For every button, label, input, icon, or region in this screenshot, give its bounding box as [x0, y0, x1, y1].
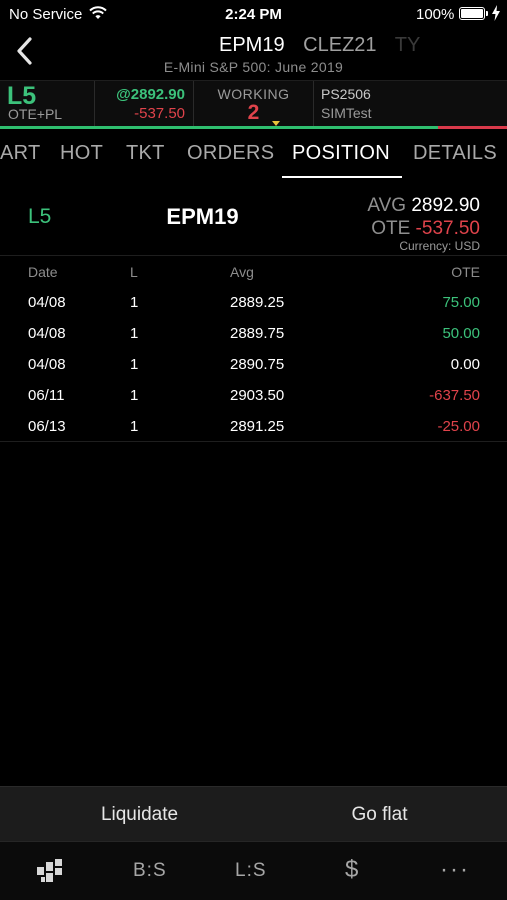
avg-price: @2892.90 [116, 86, 185, 103]
battery-percent: 100% [416, 6, 455, 23]
column-ote: OTE [451, 264, 480, 280]
section-tabs: ART HOT TKT ORDERS POSITION DETAILS [0, 129, 507, 181]
tab-orders[interactable]: ORDERS [187, 142, 274, 165]
tab-hot[interactable]: HOT [60, 142, 103, 165]
cell-avg: 2889.75 [230, 325, 285, 342]
currency-label: Currency: USD [399, 239, 480, 253]
tab-chart[interactable]: ART [0, 142, 41, 165]
cell-ote: -25.00 [437, 418, 480, 435]
avg-label: AVG [367, 195, 407, 216]
account-info-strip: L5 OTE+PL @2892.90 -537.50 WORKING 2 PS2… [0, 80, 507, 127]
working-label: WORKING [217, 86, 290, 102]
cell-l: 1 [130, 418, 139, 435]
position-cell[interactable]: L5 OTE+PL [0, 81, 95, 127]
account-id: PS2506 [321, 86, 371, 102]
cell-ote: 0.00 [450, 356, 480, 373]
cell-ote: -637.50 [429, 387, 480, 404]
symbol-tab-clez21[interactable]: CLEZ21 [303, 34, 376, 56]
account-name: SIMTest [321, 105, 372, 121]
logo-icon[interactable] [37, 859, 63, 883]
cell-date: 04/08 [28, 356, 66, 373]
cell-date: 06/13 [28, 418, 66, 435]
tab-ticket[interactable]: TKT [126, 142, 165, 165]
cell-l: 1 [130, 294, 139, 311]
column-avg: Avg [230, 264, 254, 280]
symbol-tab-ty[interactable]: TY [395, 34, 421, 56]
cell-date: 04/08 [28, 294, 66, 311]
ote-label: OTE [371, 218, 411, 239]
tab-long-short[interactable]: L:S [235, 860, 267, 882]
charging-icon [492, 5, 500, 21]
contract-description: E-Mini S&P 500: June 2019 [163, 59, 344, 75]
table-header: Date L Avg OTE [0, 256, 507, 286]
cell-ote: 75.00 [442, 294, 480, 311]
cell-l: 1 [130, 387, 139, 404]
symbol-switcher: EPM19 CLEZ21 TY [219, 34, 433, 57]
tab-more[interactable]: ··· [440, 856, 470, 884]
position-sub-label: OTE+PL [8, 106, 63, 122]
summary-ote: OTE -537.50 [371, 218, 480, 240]
active-tab-indicator [282, 176, 402, 178]
ote-value: -537.50 [415, 218, 480, 239]
battery-icon [459, 7, 488, 20]
table-row[interactable]: 06/13 1 2891.25 -25.00 [0, 410, 507, 441]
table-row[interactable]: 04/08 1 2889.75 50.00 [0, 317, 507, 348]
table-row[interactable]: 04/08 1 2889.25 75.00 [0, 286, 507, 317]
working-orders-cell[interactable]: WORKING 2 [194, 81, 314, 127]
cell-avg: 2890.75 [230, 356, 285, 373]
cell-l: 1 [130, 356, 139, 373]
table-row[interactable]: 06/11 1 2903.50 -637.50 [0, 379, 507, 410]
table-divider [0, 441, 507, 442]
summary-symbol: EPM19 [166, 204, 239, 229]
cell-avg: 2903.50 [230, 387, 285, 404]
cell-avg: 2891.25 [230, 418, 285, 435]
avg-value: 2892.90 [411, 195, 480, 216]
status-bar: No Service 2:24 PM 100% [0, 0, 507, 28]
tab-position[interactable]: POSITION [292, 142, 390, 165]
tab-dollar[interactable]: $ [345, 856, 359, 884]
symbol-tab-epm19[interactable]: EPM19 [219, 34, 285, 56]
action-bar: Liquidate Go flat [0, 786, 507, 841]
bottom-tab-bar: B:S L:S $ ··· [0, 841, 507, 900]
tab-details[interactable]: DETAILS [413, 142, 497, 165]
column-date: Date [28, 264, 58, 280]
summary-avg: AVG 2892.90 [367, 195, 480, 217]
price-pl-cell[interactable]: @2892.90 -537.50 [95, 81, 194, 127]
column-l: L [130, 264, 138, 280]
account-cell[interactable]: PS2506 SIMTest [314, 81, 507, 127]
tab-buy-sell[interactable]: B:S [133, 860, 167, 882]
working-count: 2 [247, 101, 260, 124]
fills-table: Date L Avg OTE 04/08 1 2889.25 75.00 04/… [0, 255, 507, 442]
cell-avg: 2889.25 [230, 294, 285, 311]
cell-ote: 50.00 [442, 325, 480, 342]
cell-date: 04/08 [28, 325, 66, 342]
symbol-header: EPM19 CLEZ21 TY E-Mini S&P 500: June 201… [0, 28, 507, 80]
cell-l: 1 [130, 325, 139, 342]
liquidate-button[interactable]: Liquidate [13, 787, 266, 842]
table-row[interactable]: 04/08 1 2890.75 0.00 [0, 348, 507, 379]
go-flat-button[interactable]: Go flat [253, 787, 506, 842]
cell-date: 06/11 [28, 387, 65, 404]
open-pl: -537.50 [134, 105, 185, 122]
position-summary: L5 EPM19 AVG 2892.90 OTE -537.50 Currenc… [0, 185, 507, 255]
